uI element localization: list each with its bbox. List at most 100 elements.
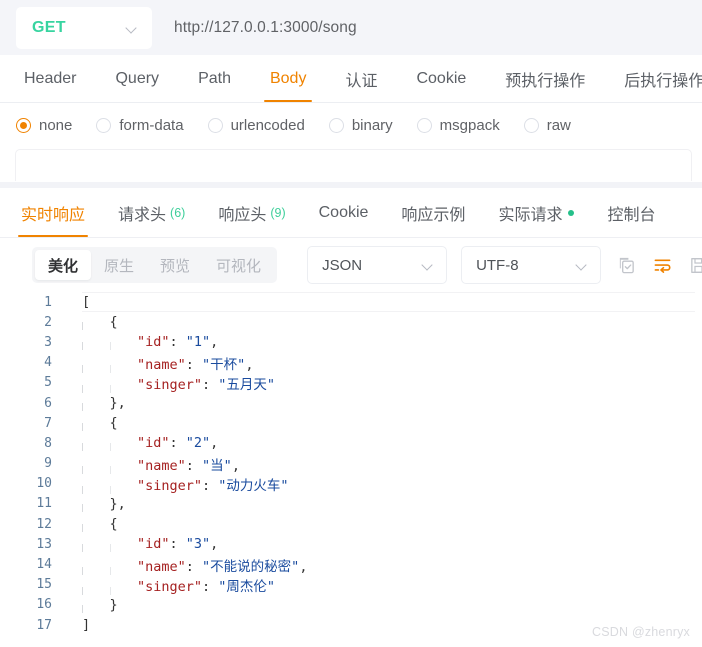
- encoding-select[interactable]: UTF-8: [461, 246, 602, 284]
- json-value: "3": [185, 536, 211, 553]
- line-number: 10: [36, 476, 52, 492]
- tab-path[interactable]: Path: [192, 55, 237, 102]
- json-colon: :: [169, 334, 186, 351]
- json-punct: {: [109, 415, 118, 432]
- tab-label: Cookie: [318, 203, 369, 221]
- response-tab-request-headers[interactable]: 请求头 (6): [115, 188, 188, 237]
- code-content: [: [60, 294, 702, 310]
- radio-binary[interactable]: binary: [328, 117, 393, 134]
- json-colon: :: [202, 477, 219, 494]
- tab-label: 响应示例: [401, 206, 466, 224]
- json-value: "1": [185, 334, 211, 351]
- tab-query[interactable]: Query: [109, 55, 165, 102]
- json-key: "id": [137, 334, 170, 351]
- code-content: "singer": "周杰伦": [60, 575, 702, 595]
- view-mode-raw[interactable]: 原生: [91, 250, 147, 280]
- radio-label: urlencoded: [230, 116, 305, 134]
- code-content: {: [60, 415, 702, 432]
- tab-body[interactable]: Body: [263, 55, 313, 102]
- response-tabs: 实时响应 请求头 (6) 响应头 (9) Cookie 响应示例 实际请求 控制…: [0, 188, 702, 238]
- json-punct: ]: [82, 617, 91, 634]
- radio-form-data[interactable]: form-data: [96, 116, 184, 134]
- body-type-radio-group: none form-data urlencoded binary msgpack…: [0, 103, 702, 147]
- response-body-editor[interactable]: 1 [ 2 { 3 "id": "1", 4 "name": "干杯", 5 "…: [0, 292, 702, 642]
- tab-label: 后执行操作: [624, 72, 702, 90]
- radio-raw[interactable]: raw: [523, 117, 571, 134]
- radio-indicator-icon: [96, 117, 112, 133]
- json-key: "id": [137, 435, 170, 452]
- json-colon: :: [169, 536, 186, 553]
- copy-icon[interactable]: [617, 256, 636, 275]
- response-tab-console[interactable]: 控制台: [604, 188, 658, 237]
- word-wrap-icon[interactable]: [653, 256, 672, 275]
- code-line: 4 "name": "干杯",: [0, 353, 702, 373]
- radio-label: form-data: [119, 116, 184, 134]
- tab-pre-script[interactable]: 预执行操作: [499, 55, 591, 102]
- view-mode-visualize[interactable]: 可视化: [203, 250, 274, 280]
- request-tabs: Header Query Path Body 认证 Cookie 预执行操作 后…: [0, 55, 702, 103]
- tab-label: Path: [198, 69, 231, 87]
- status-dot-icon: [568, 209, 575, 216]
- tab-header[interactable]: Header: [18, 55, 82, 102]
- json-colon: :: [185, 457, 203, 474]
- json-key: "singer": [137, 376, 203, 393]
- format-select[interactable]: JSON: [307, 246, 448, 284]
- radio-indicator-icon: [328, 117, 344, 133]
- radio-urlencoded[interactable]: urlencoded: [207, 116, 305, 134]
- tab-post-script[interactable]: 后执行操作: [618, 55, 702, 102]
- chevron-down-icon: [422, 259, 434, 271]
- response-tab-examples[interactable]: 响应示例: [398, 188, 468, 237]
- radio-msgpack[interactable]: msgpack: [416, 117, 500, 134]
- view-mode-preview[interactable]: 预览: [147, 250, 203, 280]
- tab-label: 实时响应: [21, 206, 86, 224]
- code-content: "singer": "动力火车": [60, 474, 702, 494]
- json-colon: :: [185, 558, 203, 575]
- code-content: {: [60, 314, 702, 331]
- tab-auth[interactable]: 认证: [339, 55, 383, 102]
- radio-none[interactable]: none: [16, 117, 72, 134]
- json-comma: ,: [299, 558, 308, 575]
- code-line: 8 "id": "2",: [0, 433, 702, 453]
- json-key: "singer": [137, 477, 203, 494]
- response-tab-actual-request[interactable]: 实际请求: [495, 188, 577, 237]
- json-value: "当": [202, 457, 232, 474]
- json-key: "name": [137, 356, 186, 373]
- line-number: 13: [36, 536, 52, 552]
- http-method-label: GET: [32, 18, 66, 36]
- json-value: "2": [185, 435, 211, 452]
- http-method-select[interactable]: GET: [16, 6, 152, 49]
- json-colon: :: [185, 356, 203, 373]
- json-punct: {: [109, 314, 118, 331]
- view-mode-segmented-control: 美化 原生 预览 可视化: [32, 247, 278, 283]
- tab-cookie[interactable]: Cookie: [410, 55, 472, 102]
- tab-label: Query: [115, 69, 160, 87]
- json-comma: ,: [210, 536, 219, 553]
- code-line: 1 [: [0, 292, 702, 313]
- response-tab-response-headers[interactable]: 响应头 (9): [215, 188, 288, 237]
- line-number: 16: [36, 597, 52, 613]
- chevron-down-icon: [576, 259, 588, 271]
- code-line: 16 }: [0, 595, 702, 615]
- json-value: "动力火车": [218, 477, 289, 494]
- code-content: "id": "3",: [60, 536, 702, 553]
- tab-label: 请求头: [118, 206, 167, 224]
- tab-label: 响应头: [218, 206, 267, 224]
- code-content: {: [60, 516, 702, 533]
- line-number: 17: [36, 617, 52, 633]
- save-icon[interactable]: [689, 256, 702, 275]
- segment-label: 原生: [104, 257, 135, 275]
- response-tab-realtime[interactable]: 实时响应: [18, 188, 89, 237]
- response-tab-cookie[interactable]: Cookie: [316, 188, 372, 237]
- json-colon: :: [169, 435, 186, 452]
- request-url-input[interactable]: http://127.0.0.1:3000/song: [174, 19, 357, 37]
- view-mode-beautify[interactable]: 美化: [35, 250, 92, 280]
- json-comma: ,: [210, 435, 219, 452]
- radio-indicator-icon: [207, 117, 223, 133]
- code-content: "singer": "五月天": [60, 373, 702, 393]
- json-key: "name": [137, 457, 186, 474]
- json-key: "id": [137, 536, 170, 553]
- line-number: 6: [44, 395, 52, 411]
- json-punct: },: [109, 495, 126, 512]
- request-url-bar: GET http://127.0.0.1:3000/song: [0, 0, 702, 55]
- code-content: }: [60, 597, 702, 613]
